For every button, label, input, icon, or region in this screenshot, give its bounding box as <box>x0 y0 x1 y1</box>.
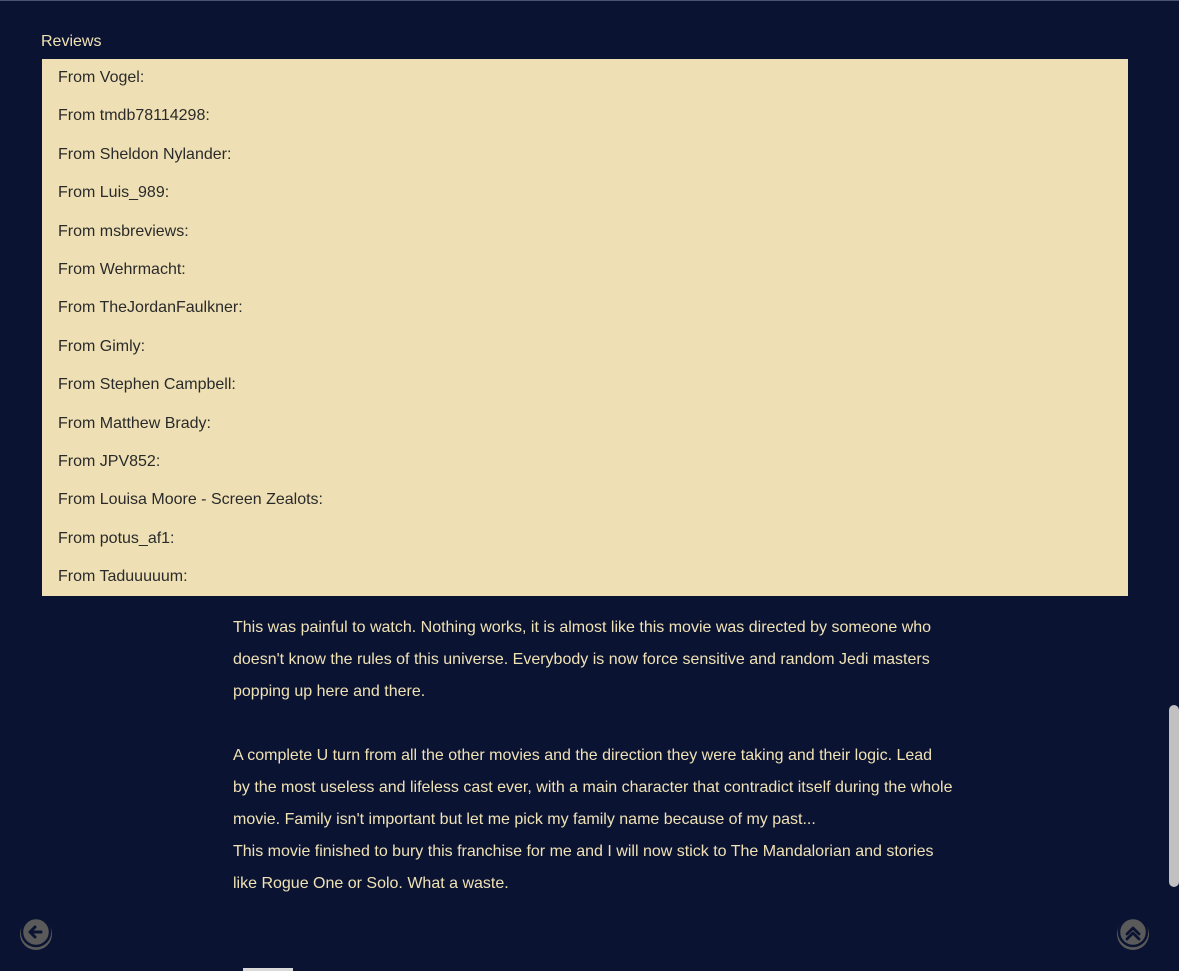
review-item-vogel[interactable]: From Vogel: <box>42 65 1128 103</box>
review-item-msbreviews[interactable]: From msbreviews: <box>42 219 1128 257</box>
arrow-left-circle-icon <box>20 916 52 953</box>
top-border <box>0 0 1179 1</box>
review-item-sheldon-nylander[interactable]: From Sheldon Nylander: <box>42 142 1128 180</box>
review-paragraph-3: This movie finished to bury this franchi… <box>233 843 934 892</box>
review-item-wehrmacht[interactable]: From Wehrmacht: <box>42 257 1128 295</box>
review-item-potus-af1[interactable]: From potus_af1: <box>42 526 1128 564</box>
review-list: From Vogel: From tmdb78114298: From Shel… <box>42 59 1128 596</box>
review-item-thejordanfaulkner[interactable]: From TheJordanFaulkner: <box>42 295 1128 333</box>
back-button[interactable] <box>20 916 52 953</box>
chevron-up-circle-icon <box>1117 916 1149 953</box>
review-item-tmdb78114298[interactable]: From tmdb78114298: <box>42 103 1128 141</box>
review-item-stephen-campbell[interactable]: From Stephen Campbell: <box>42 372 1128 410</box>
scroll-to-top-button[interactable] <box>1117 916 1149 953</box>
review-item-jpv852[interactable]: From JPV852: <box>42 449 1128 487</box>
review-item-gimly[interactable]: From Gimly: <box>42 334 1128 372</box>
review-item-matthew-brady[interactable]: From Matthew Brady: <box>42 411 1128 449</box>
review-text: This was painful to watch. Nothing works… <box>233 612 953 900</box>
review-item-louisa-moore[interactable]: From Louisa Moore - Screen Zealots: <box>42 487 1128 525</box>
review-item-luis-989[interactable]: From Luis_989: <box>42 180 1128 218</box>
review-paragraph-2: A complete U turn from all the other mov… <box>233 747 953 828</box>
review-item-taduuuuum[interactable]: From Taduuuuum: <box>42 564 1128 602</box>
scrollbar-thumb[interactable] <box>1169 705 1179 887</box>
reviews-heading: Reviews <box>41 33 102 50</box>
review-paragraph-1: This was painful to watch. Nothing works… <box>233 619 932 700</box>
